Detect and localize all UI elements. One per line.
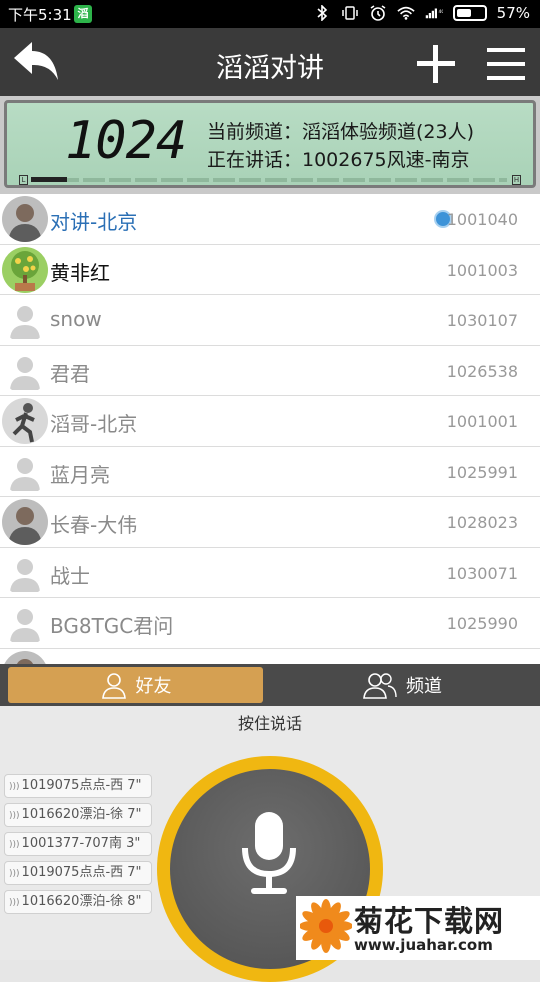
contact-name: 滔哥-北京 [50, 412, 138, 436]
voice-history-item[interactable]: ))) 1019075点点-西 7" [4, 861, 152, 885]
tab-channels-label: 频道 [406, 676, 442, 697]
channel-number: 1024 [65, 111, 187, 171]
contact-id: 1028023 [446, 513, 518, 532]
person-icon [101, 673, 126, 699]
voice-history-text: 1001377-707南 3" [21, 836, 141, 851]
group-icon [363, 673, 397, 699]
voice-history-text: 1016620漂泊-徐 7" [21, 807, 142, 822]
voice-wave-icon: ))) [9, 782, 20, 792]
tab-friends-label: 好友 [135, 676, 172, 697]
vibrate-icon [341, 4, 359, 22]
status-icons: 4G 57% [313, 4, 530, 22]
photo-avatar [2, 196, 48, 242]
default-avatar [2, 448, 48, 495]
contact-id: 1025991 [446, 462, 518, 482]
runner-avatar [2, 398, 48, 444]
voice-history-item[interactable]: ))) 1019075点点-西 7" [4, 774, 152, 798]
contact-id: 1030071 [446, 563, 518, 583]
watermark-title: 菊花下载网 [354, 904, 505, 938]
contact-id: 1026538 [446, 361, 518, 381]
microphone-icon [242, 812, 296, 894]
contact-row[interactable]: 对讲-北京 1001040 [0, 194, 540, 245]
signal-meter: L H [19, 175, 521, 185]
battery-percent: 57% [496, 4, 530, 22]
wifi-icon [397, 4, 415, 22]
voice-history-text: 1019075点点-西 7" [21, 778, 142, 793]
voice-wave-icon: ))) [9, 840, 20, 850]
contact-name: snow [50, 307, 102, 331]
default-avatar [2, 347, 48, 394]
voice-wave-icon: ))) [9, 869, 20, 879]
contact-row[interactable]: 黄非红 1001003 [0, 244, 540, 295]
svg-text:4G: 4G [438, 9, 443, 15]
contact-row[interactable]: 滔哥-北京 1001001 [0, 396, 540, 447]
chrysanthemum-logo-icon [300, 899, 352, 953]
bluetooth-icon [313, 4, 331, 22]
contact-row[interactable]: 战士 1030071 [0, 547, 540, 598]
hold-to-talk-hint: 按住说话 [237, 714, 302, 733]
signal-icon: 4G [425, 4, 443, 22]
contact-id: 1001001 [446, 412, 518, 431]
menu-button[interactable] [484, 44, 528, 84]
tree-avatar [2, 246, 48, 293]
contact-name: 长春-大伟 [50, 513, 138, 537]
contact-row[interactable]: 长春-大伟 1028023 [0, 497, 540, 548]
current-speaker-text: 正在讲话：1002675风速-南京 [207, 149, 470, 171]
tab-bar: 好友 频道 [0, 664, 540, 706]
lcd-display: 1024 当前频道：滔滔体验频道(23人) 正在讲话：1002675风速-南京 … [4, 100, 536, 188]
app-notification-icon: 滔 [74, 5, 92, 23]
watermark: 菊花下载网 www.juahar.com [296, 896, 540, 960]
voice-history-item[interactable]: ))) 1016620漂泊-徐 8" [4, 890, 152, 914]
voice-history-text: 1019075点点-西 7" [21, 865, 142, 880]
meter-fill [31, 177, 67, 182]
contact-name: 黄非红 [50, 260, 110, 285]
contact-name: 蓝月亮 [50, 462, 110, 487]
page-title: 滔滔对讲 [216, 53, 324, 84]
photo-avatar [2, 650, 48, 664]
voice-history-text: 1016620漂泊-徐 8" [21, 894, 142, 909]
status-bar: 下午5:31 滔 4G 57% [0, 0, 540, 28]
status-time: 下午5:31 [8, 6, 72, 24]
meter-high-label: H [512, 175, 521, 185]
add-button[interactable] [414, 42, 458, 86]
default-avatar [2, 600, 48, 646]
tab-friends[interactable]: 好友 [8, 667, 263, 703]
contact-row[interactable]: BG8TGC君问 1025990 [0, 598, 540, 649]
battery-icon [452, 5, 487, 21]
contact-list[interactable]: 对讲-北京 1001040 黄非红 1001003 snow 1030107 君君 10265… [0, 194, 540, 664]
contact-row-partial[interactable] [0, 648, 540, 664]
app-header: 滔滔对讲 [0, 28, 540, 96]
tab-channels[interactable]: 频道 [272, 667, 532, 703]
hamburger-menu-icon [487, 48, 525, 80]
watermark-url: www.juahar.com [354, 936, 493, 954]
contact-name: 君君 [50, 361, 90, 386]
contact-name: 对讲-北京 [50, 210, 138, 234]
default-avatar [2, 549, 48, 596]
photo-avatar [2, 499, 48, 545]
contact-name: BG8TGC君问 [50, 614, 174, 638]
meter-low-label: L [19, 175, 28, 185]
contact-id: 1025990 [446, 614, 518, 633]
contact-row[interactable]: 君君 1026538 [0, 345, 540, 396]
default-avatar [2, 297, 48, 343]
contact-id: 1030107 [446, 311, 518, 330]
voice-history-item[interactable]: ))) 1001377-707南 3" [4, 832, 152, 856]
alarm-icon [369, 4, 387, 22]
meter-track [31, 178, 507, 182]
voice-history-item[interactable]: ))) 1016620漂泊-徐 7" [4, 803, 152, 827]
contact-name: 战士 [50, 563, 90, 588]
plus-icon [417, 45, 455, 83]
contact-row[interactable]: snow 1030107 [0, 295, 540, 346]
contact-row[interactable]: 蓝月亮 1025991 [0, 446, 540, 497]
voice-wave-icon: ))) [9, 898, 20, 908]
contact-id: 1001040 [446, 210, 518, 229]
voice-wave-icon: ))) [9, 811, 20, 821]
current-channel-text: 当前频道：滔滔体验频道(23人) [207, 121, 475, 143]
contact-id: 1001003 [446, 260, 518, 280]
lcd-panel-frame: 1024 当前频道：滔滔体验频道(23人) 正在讲话：1002675风速-南京 … [0, 96, 540, 194]
